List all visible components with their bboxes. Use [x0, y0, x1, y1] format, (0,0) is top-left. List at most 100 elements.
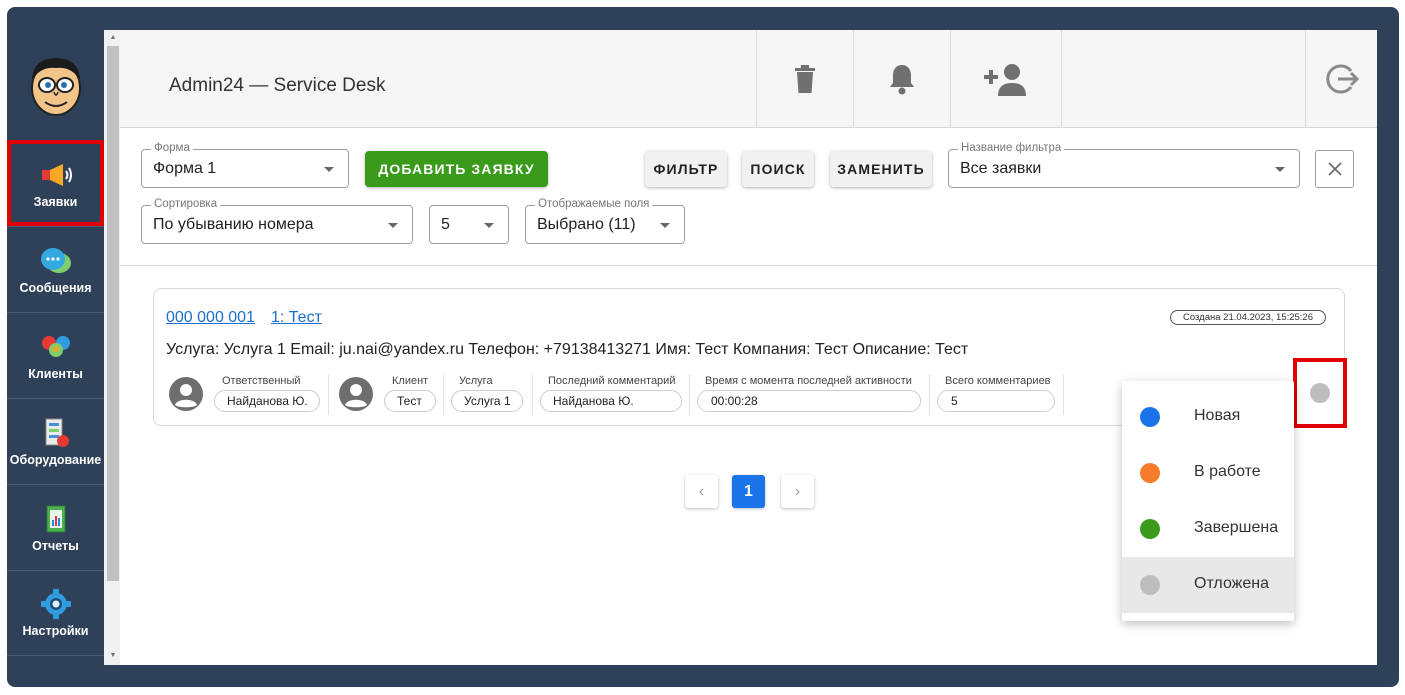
replace-button[interactable]: ЗАМЕНИТЬ: [830, 151, 932, 187]
sidebar-item-clients[interactable]: Клиенты: [7, 312, 104, 398]
sort-select-value: По убыванию номера: [153, 216, 314, 233]
scroll-up-arrow-icon[interactable]: ▲: [108, 33, 118, 43]
status-color-dot: [1140, 407, 1160, 427]
megaphone-icon: [39, 159, 73, 191]
responsible-label: Ответственный: [222, 375, 301, 387]
filter-button[interactable]: ФИЛЬТР: [645, 151, 727, 187]
status-option-label: Новая: [1194, 407, 1241, 424]
scrollbar-thumb[interactable]: [107, 46, 119, 581]
comments-total-label: Всего комментариев: [945, 375, 1051, 387]
user-avatar-icon: [169, 377, 203, 411]
delete-button[interactable]: [756, 30, 853, 128]
sidebar-item-label: Клиенты: [28, 366, 83, 381]
chevron-down-icon: [388, 223, 398, 228]
displayed-fields-label: Отображаемые поля: [535, 198, 653, 210]
separator: [1063, 375, 1064, 415]
status-color-dot: [1140, 463, 1160, 483]
client-value: Тест: [384, 390, 436, 412]
status-option-new[interactable]: Новая: [1122, 389, 1294, 445]
chevron-down-icon: [660, 223, 670, 228]
current-page-button[interactable]: 1: [732, 475, 765, 508]
sidebar-item-settings[interactable]: Настройки: [7, 570, 104, 656]
status-option-completed[interactable]: Завершена: [1122, 501, 1294, 557]
gear-icon: [39, 588, 73, 620]
equipment-icon: [39, 417, 73, 449]
sidebar-item-reports[interactable]: Отчеты: [7, 484, 104, 570]
close-icon: [1327, 162, 1342, 176]
displayed-fields-value: Выбрано (11): [537, 216, 636, 233]
prev-page-button[interactable]: ‹: [685, 475, 718, 508]
sidebar: Заявки Сообщения Клиенты Оборудование От…: [7, 30, 104, 665]
sidebar-item-label: Сообщения: [19, 280, 92, 295]
service-value: Услуга 1: [451, 390, 523, 412]
next-page-button[interactable]: ›: [781, 475, 814, 508]
ticket-number-link[interactable]: 000 000 001: [166, 309, 255, 327]
clients-icon: [39, 331, 73, 363]
add-ticket-button[interactable]: ДОБАВИТЬ ЗАЯВКУ: [365, 151, 548, 187]
form-select-value: Форма 1: [153, 160, 217, 177]
last-comment-label: Последний комментарий: [548, 375, 676, 387]
form-select[interactable]: Форма Форма 1: [141, 142, 349, 188]
form-select-label: Форма: [151, 142, 193, 154]
activity-time-field: Время с момента последней активности 00:…: [697, 375, 923, 413]
status-option-label: В работе: [1194, 463, 1261, 480]
reports-icon: [39, 503, 73, 535]
page-size-value: 5: [441, 216, 450, 233]
page-size-select[interactable]: 5: [429, 205, 509, 244]
status-option-in-progress[interactable]: В работе: [1122, 445, 1294, 501]
add-user-icon: [984, 64, 1026, 96]
chevron-down-icon: [324, 167, 334, 172]
user-avatar-logo[interactable]: [7, 30, 104, 140]
status-option-label: Завершена: [1194, 519, 1279, 536]
divider: [120, 265, 1377, 266]
activity-time-value: 00:00:28: [697, 390, 921, 412]
displayed-fields-select[interactable]: Отображаемые поля Выбрано (11): [525, 198, 685, 244]
filter-name-select[interactable]: Название фильтра Все заявки: [948, 142, 1300, 188]
sort-select-label: Сортировка: [151, 198, 221, 210]
logout-icon: [1325, 64, 1359, 94]
status-color-dot: [1140, 519, 1160, 539]
separator: [443, 375, 444, 415]
cartoon-avatar-icon: [30, 58, 81, 116]
ticket-title-link[interactable]: 1: Тест: [271, 309, 322, 327]
separator: [328, 375, 329, 415]
clear-filter-button[interactable]: [1315, 150, 1354, 188]
separator: [689, 375, 690, 415]
header-spacer: [1061, 30, 1305, 128]
main-panel: Admin24 — Service Desk Форма Форма 1 ДОБ…: [120, 30, 1377, 665]
client-label: Клиент: [392, 375, 429, 387]
separator: [532, 375, 533, 415]
sidebar-item-equipment[interactable]: Оборудование: [7, 398, 104, 484]
add-user-button[interactable]: [950, 30, 1061, 128]
highlight-box: [1293, 358, 1347, 428]
comments-total-field: Всего комментариев 5: [937, 375, 1057, 413]
header: Admin24 — Service Desk: [120, 30, 1377, 128]
sidebar-item-label: Отчеты: [32, 538, 79, 553]
separator: [929, 375, 930, 415]
bell-icon: [890, 65, 914, 95]
filter-name-label: Название фильтра: [958, 142, 1065, 154]
sidebar-item-label: Заявки: [33, 194, 78, 209]
status-color-dot: [1140, 575, 1160, 595]
chat-bubbles-icon: [39, 245, 73, 277]
service-label: Услуга: [459, 375, 493, 387]
sidebar-item-tickets[interactable]: Заявки: [7, 140, 104, 226]
service-field: Услуга Услуга 1: [451, 375, 525, 413]
responsible-value: Найданова Ю.: [214, 390, 320, 412]
ticket-description: Услуга: Услуга 1 Email: ju.nai@yandex.ru…: [166, 341, 969, 358]
trash-icon: [795, 65, 815, 93]
sort-select[interactable]: Сортировка По убыванию номера: [141, 198, 413, 244]
status-option-postponed[interactable]: Отложена: [1122, 557, 1294, 613]
client-field: Клиент Тест: [384, 375, 436, 413]
last-comment-field: Последний комментарий Найданова Ю.: [540, 375, 684, 413]
logout-button[interactable]: [1305, 30, 1377, 128]
page-title: Admin24 — Service Desk: [169, 75, 386, 96]
search-button[interactable]: ПОИСК: [742, 151, 814, 187]
notifications-button[interactable]: [853, 30, 950, 128]
scroll-down-arrow-icon[interactable]: ▼: [108, 651, 118, 661]
filter-name-value: Все заявки: [960, 160, 1042, 177]
activity-time-label: Время с момента последней активности: [705, 375, 912, 387]
chevron-down-icon: [484, 223, 494, 228]
sidebar-item-messages[interactable]: Сообщения: [7, 226, 104, 312]
sidebar-item-label: Оборудование: [9, 452, 102, 467]
